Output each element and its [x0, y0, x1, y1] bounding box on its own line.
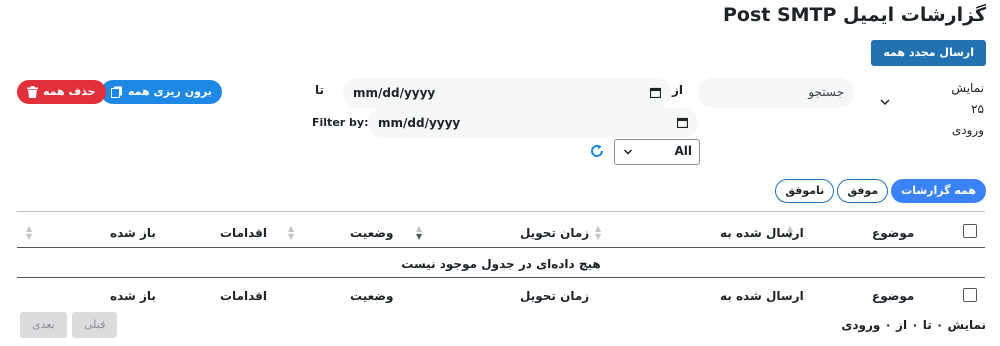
length-menu-label-bottom: ورودی — [951, 123, 984, 137]
date-from-input[interactable]: mm/dd/yyyy — [343, 78, 671, 108]
sort-icon[interactable]: ▲ ▼ — [288, 225, 294, 241]
column-header-delivery-time[interactable]: زمان تحویل — [520, 226, 589, 240]
table-empty-message: هیچ داده‌ای در جدول موجود نیست — [401, 257, 601, 271]
filter-by-label: Filter by: — [312, 116, 369, 129]
length-menu: نمایش ۲۵ ورودی — [944, 78, 984, 141]
date-from-value: mm/dd/yyyy — [353, 86, 436, 100]
column-header-sent-to[interactable]: ارسال شده به — [720, 226, 804, 240]
delete-all-button[interactable]: حذف همه — [17, 80, 106, 104]
length-menu-value[interactable]: ۲۵ — [944, 99, 984, 120]
from-label: از — [672, 83, 684, 97]
delete-all-label: حذف همه — [43, 85, 96, 98]
to-label: تا — [315, 83, 325, 97]
next-button[interactable]: بعدی — [20, 312, 67, 338]
previous-button[interactable]: قبلی — [72, 312, 118, 338]
table-info: نمایش ۰ تا ۰ از ۰ ورودی — [841, 318, 986, 332]
resend-all-button[interactable]: ارسال مجدد همه — [871, 40, 986, 66]
column-header-opened[interactable]: باز شده — [110, 226, 156, 240]
column-header-subject[interactable]: موضوع — [872, 226, 914, 240]
search-input[interactable]: جستجو — [698, 78, 854, 108]
export-all-button[interactable]: برون ریزی همه — [101, 80, 222, 104]
calendar-icon[interactable] — [677, 117, 688, 128]
footer-column-delivery-time: زمان تحویل — [520, 289, 590, 303]
tab-all-logs[interactable]: همه گزارشات — [891, 179, 986, 203]
chevron-down-icon — [623, 149, 633, 155]
trash-icon — [27, 86, 38, 98]
footer-column-actions: اقدامات — [220, 289, 268, 303]
sort-icon[interactable]: ▲ ▼ — [26, 225, 32, 241]
page-title: گزارشات ایمیل Post SMTP — [722, 4, 986, 26]
column-header-status[interactable]: وضعیت — [350, 226, 393, 240]
status-select[interactable]: All — [614, 139, 700, 165]
footer-column-sent-to: ارسال شده به — [720, 289, 804, 303]
footer-column-opened: باز شده — [110, 289, 156, 303]
select-all-checkbox[interactable] — [963, 224, 977, 238]
search-placeholder: جستجو — [808, 85, 844, 99]
date-to-value: mm/dd/yyyy — [378, 116, 461, 130]
footer-column-status: وضعیت — [350, 289, 394, 303]
table-header-border — [17, 247, 985, 248]
select-all-checkbox-footer[interactable] — [963, 288, 977, 302]
copy-icon — [111, 86, 122, 98]
length-menu-label-top: نمایش — [951, 81, 984, 95]
calendar-icon[interactable] — [650, 87, 661, 98]
sort-icon[interactable]: ▲ ▼ — [595, 225, 601, 241]
column-header-actions[interactable]: اقدامات — [220, 226, 267, 240]
status-tabs: همه گزارشات موفق ناموفق — [775, 179, 986, 203]
footer-column-subject: موضوع — [872, 289, 915, 303]
chevron-down-icon[interactable] — [878, 95, 892, 109]
tab-success[interactable]: موفق — [837, 179, 889, 203]
date-to-input[interactable]: mm/dd/yyyy — [368, 108, 698, 138]
tab-failed[interactable]: ناموفق — [775, 179, 835, 203]
table-top-border — [17, 211, 985, 212]
sort-icon[interactable]: ▲ ▼ — [416, 225, 422, 241]
status-select-value: All — [674, 144, 692, 158]
export-all-label: برون ریزی همه — [128, 85, 212, 98]
table-footer-border — [17, 277, 985, 278]
refresh-icon[interactable] — [589, 143, 605, 159]
